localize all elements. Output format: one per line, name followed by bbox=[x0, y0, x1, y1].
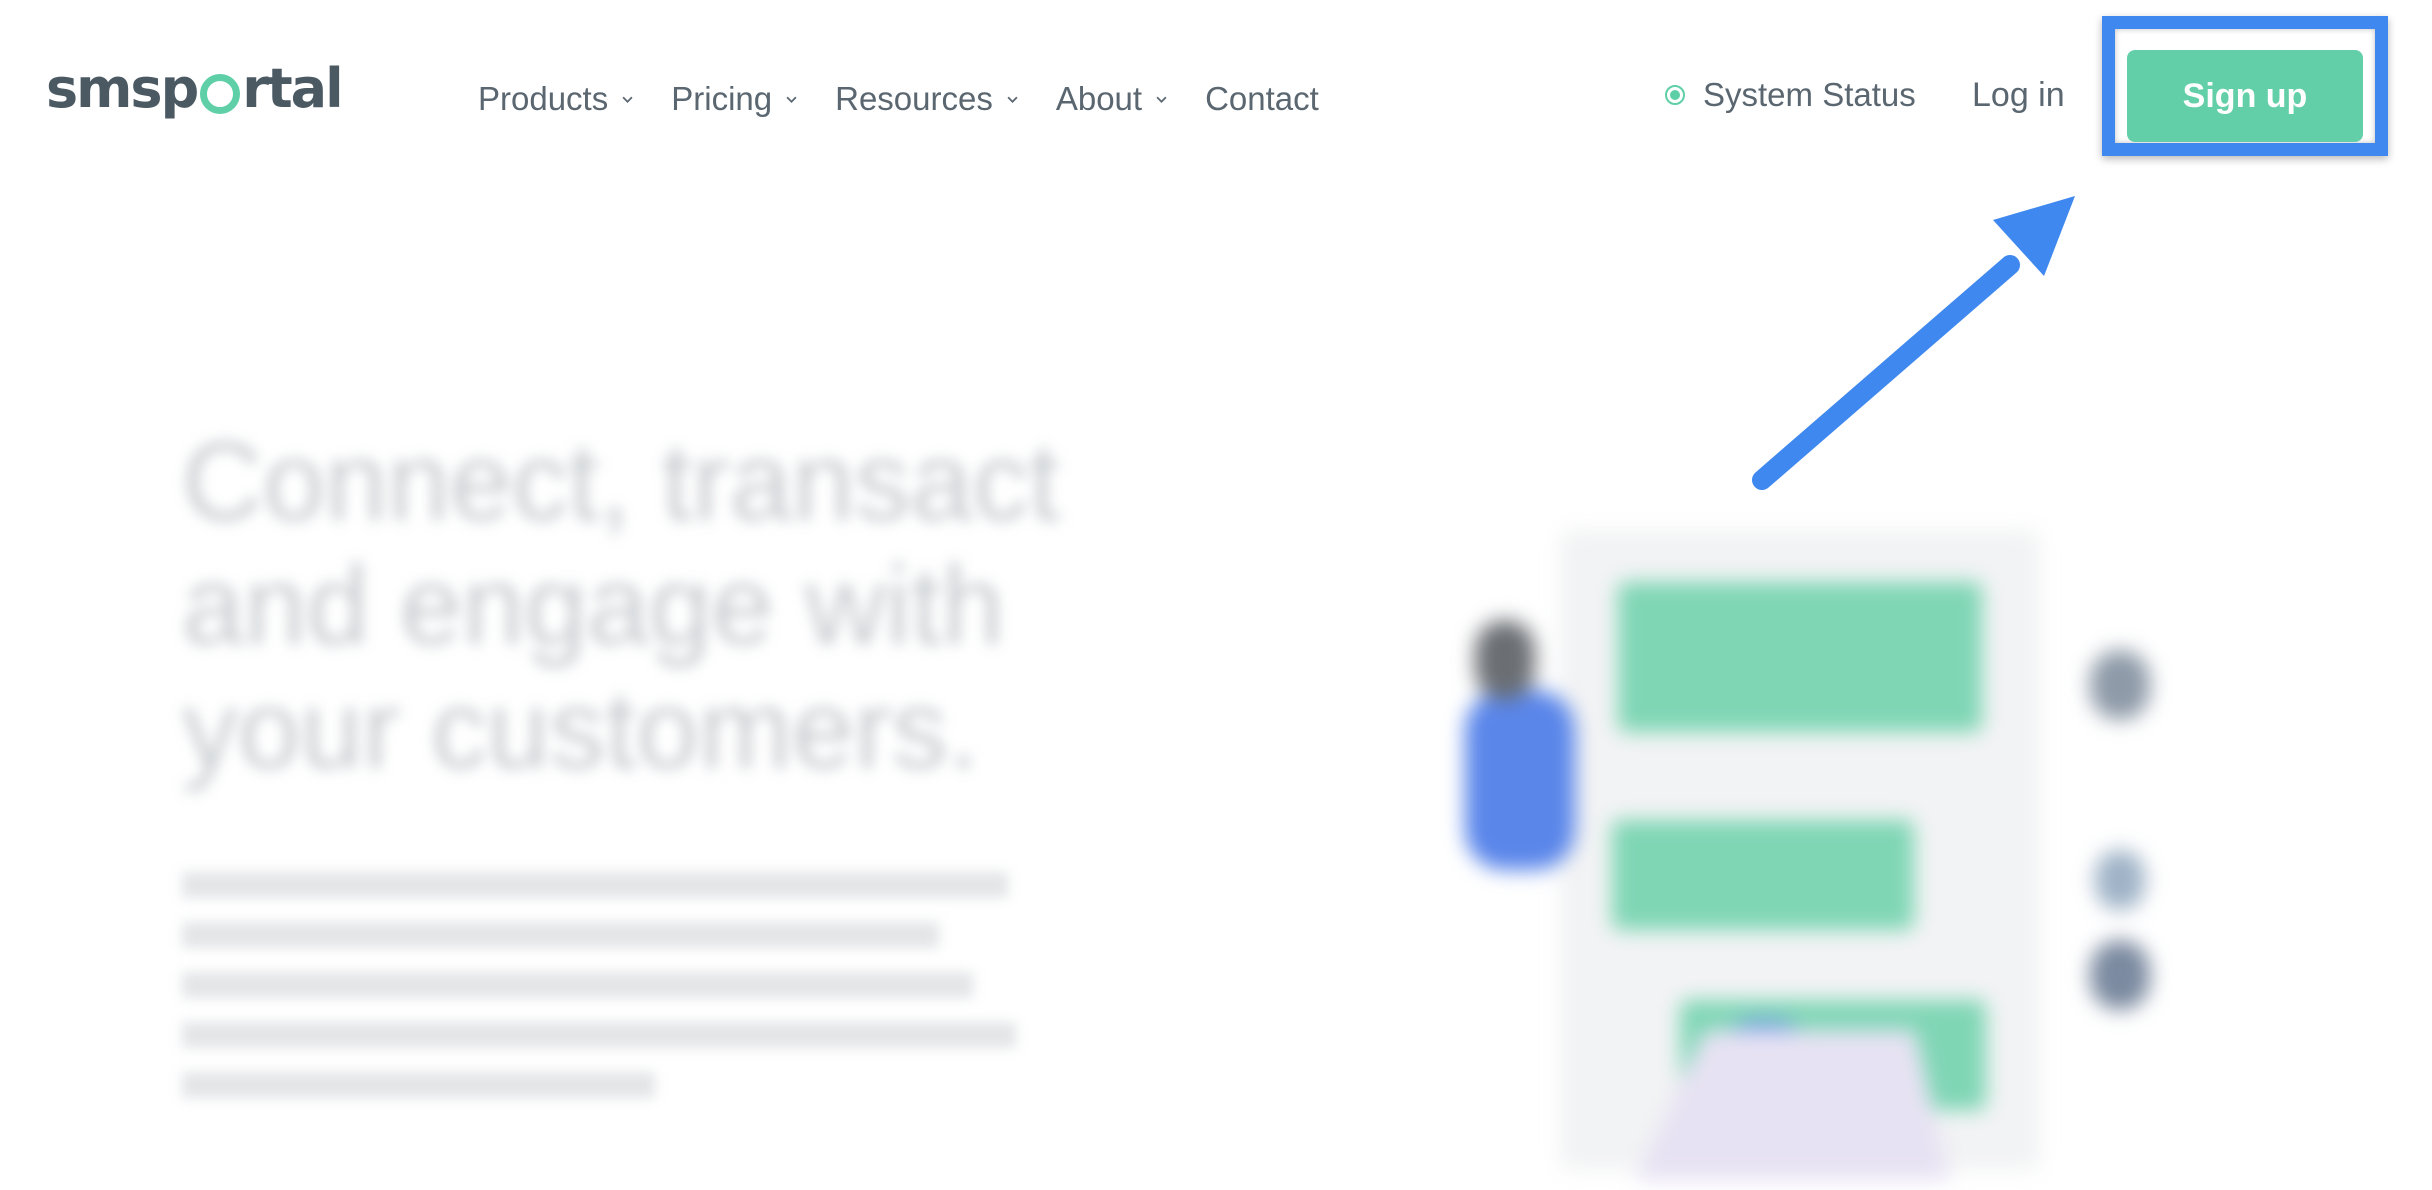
hero-body-text bbox=[182, 862, 1042, 1122]
hero-title: Connect, transact and engage with your c… bbox=[182, 419, 1060, 792]
hero-illustration bbox=[1300, 520, 2300, 1190]
